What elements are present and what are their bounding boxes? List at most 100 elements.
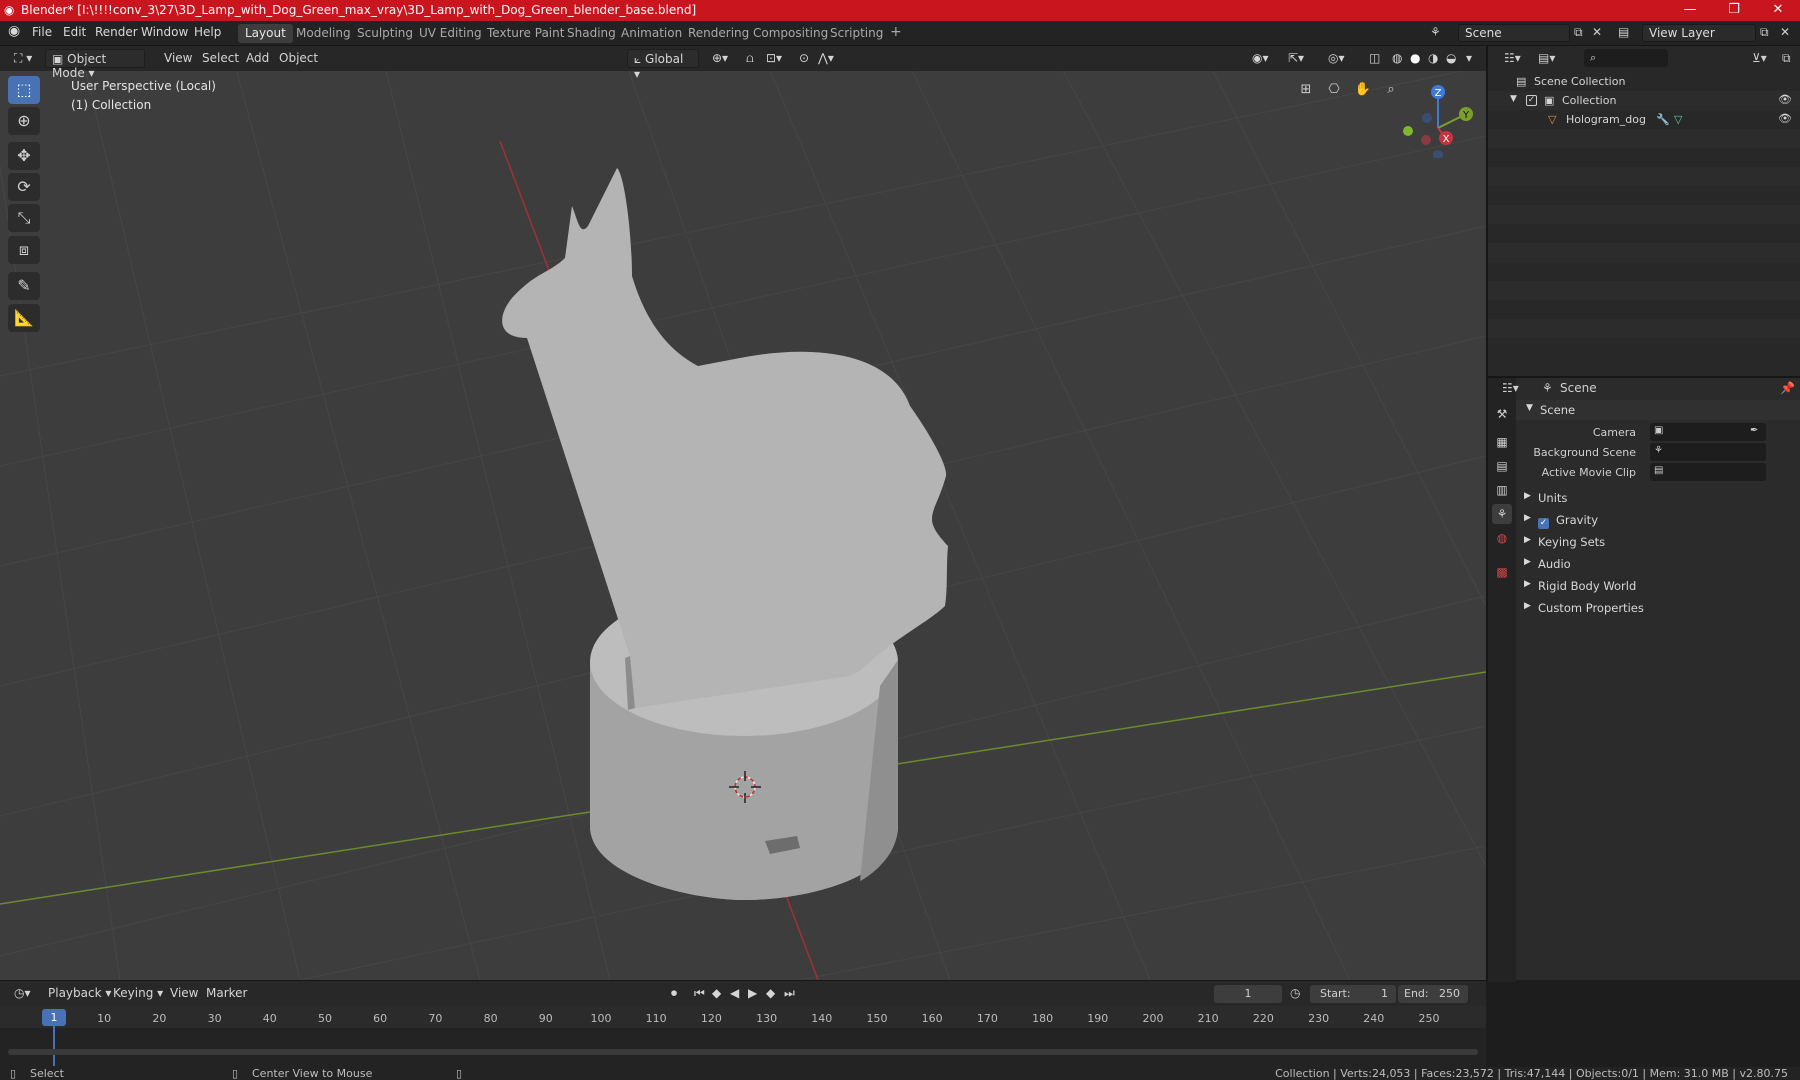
gravity-section[interactable]: ▶ ✓ Gravity <box>1516 510 1800 530</box>
camera-field[interactable]: ▣ ✒ <box>1650 423 1766 441</box>
properties-editor[interactable]: ⚒ ▦ ▤ ▥ ⚘ ◍ ▩ ☷▾ ⚘ Scene 📌 ▼ Scene Camer… <box>1488 376 1800 982</box>
new-collection-icon[interactable]: ⧉ <box>1782 51 1791 66</box>
texture-tab-icon[interactable]: ▩ <box>1492 562 1512 582</box>
playhead-frame-label[interactable]: 1 <box>42 1009 66 1026</box>
preview-range-icon[interactable]: ◷ <box>1290 986 1300 1000</box>
shading-options-icon[interactable]: ▾ <box>1460 49 1478 68</box>
keying-sets-section[interactable]: ▶ Keying Sets <box>1516 532 1800 552</box>
rotate-tool-icon[interactable]: ⟳ <box>8 173 40 201</box>
render-tab-icon[interactable]: ▦ <box>1492 432 1512 452</box>
modifier-wrench-icon[interactable]: 🔧 <box>1656 113 1670 126</box>
current-frame-field[interactable]: 1 <box>1214 985 1282 1003</box>
active-movie-clip-field[interactable]: ▤ <box>1650 463 1766 481</box>
object-visibility-eye-icon[interactable]: 👁 <box>1778 112 1792 125</box>
viewport-menu-select[interactable]: Select <box>196 49 245 68</box>
scale-tool-icon[interactable]: ⤡ <box>8 204 40 232</box>
rigid-body-world-section[interactable]: ▶ Rigid Body World <box>1516 576 1800 596</box>
tab-uv-editing[interactable]: UV Editing <box>412 24 489 43</box>
background-scene-field[interactable]: ⚘ <box>1650 443 1766 461</box>
collection-visibility-eye-icon[interactable]: 👁 <box>1778 93 1792 106</box>
zoom-icon[interactable]: ⌕ <box>1381 82 1401 97</box>
editor-type-icon[interactable]: ⛶ ▾ <box>8 49 38 68</box>
transform-tool-icon[interactable]: ⧈ <box>8 236 40 264</box>
tab-modeling[interactable]: Modeling <box>289 24 358 43</box>
new-scene-icon[interactable]: ⧉ <box>1574 25 1583 40</box>
outliner-search-input[interactable]: ⌕ <box>1584 49 1668 67</box>
start-frame-field[interactable]: Start: 1 <box>1310 985 1396 1003</box>
snap-icon[interactable]: ⩍ <box>740 49 760 68</box>
mesh-data-icon[interactable]: ▽ <box>1674 113 1682 126</box>
menu-file[interactable]: File <box>32 25 52 39</box>
tab-texture-paint[interactable]: Texture Paint <box>480 24 571 43</box>
pin-icon[interactable]: 📌 <box>1780 381 1795 395</box>
display-mode-icon[interactable]: ▤▾ <box>1538 51 1555 65</box>
playhead-line[interactable] <box>53 1026 55 1066</box>
tab-rendering[interactable]: Rendering <box>681 24 756 43</box>
scene-selector[interactable]: Scene <box>1458 24 1570 42</box>
viewport-scene[interactable] <box>0 46 1486 980</box>
tab-sculpting[interactable]: Sculpting <box>350 24 420 43</box>
new-view-layer-icon[interactable]: ⧉ <box>1760 25 1769 40</box>
navigation-gizmo[interactable]: Z Y X <box>1400 78 1480 158</box>
timeline-menu-marker[interactable]: Marker <box>200 984 253 1003</box>
pan-hand-icon[interactable]: ✋ <box>1353 82 1373 97</box>
scene-browse-icon[interactable]: ⚘ <box>1430 25 1441 39</box>
collection-checkbox[interactable]: ✓ <box>1526 95 1537 106</box>
viewport-menu-add[interactable]: Add <box>240 49 275 68</box>
tab-compositing[interactable]: Compositing <box>746 24 835 43</box>
timeline-editor-type-icon[interactable]: ◷▾ <box>8 984 37 1003</box>
tab-animation[interactable]: Animation <box>614 24 689 43</box>
annotate-tool-icon[interactable]: ✎ <box>8 272 40 300</box>
outliner-row-collection[interactable]: ▼ ✓ ▣ Collection 👁 <box>1488 91 1800 110</box>
timeline-scrollbar[interactable] <box>8 1049 1478 1055</box>
move-tool-icon[interactable]: ✥ <box>8 142 40 170</box>
pivot-point-icon[interactable]: ⊕▾ <box>706 49 734 68</box>
delete-scene-icon[interactable]: ✕ <box>1592 25 1602 39</box>
object-mode-dropdown[interactable]: ▣ Object Mode ▾ <box>45 49 145 80</box>
output-tab-icon[interactable]: ▤ <box>1492 456 1512 476</box>
visibility-icon[interactable]: ◉▾ <box>1246 49 1275 68</box>
minimize-button[interactable]: — <box>1668 0 1712 21</box>
audio-section[interactable]: ▶ Audio <box>1516 554 1800 574</box>
view-layer-tab-icon[interactable]: ▥ <box>1492 480 1512 500</box>
delete-view-layer-icon[interactable]: ✕ <box>1780 25 1790 39</box>
tab-layout[interactable]: Layout <box>238 24 293 43</box>
scene-tab-icon[interactable]: ⚘ <box>1492 504 1512 524</box>
close-button[interactable]: ✕ <box>1756 0 1800 21</box>
timeline-menu-view[interactable]: View <box>164 984 204 1003</box>
dog-plate-mesh[interactable] <box>502 168 948 708</box>
falloff-icon[interactable]: ⋀▾ <box>812 49 840 68</box>
viewport-menu-object[interactable]: Object <box>273 49 324 68</box>
overlays-icon[interactable]: ◎▾ <box>1322 49 1351 68</box>
eyedropper-icon[interactable]: ✒ <box>1750 425 1758 436</box>
timeline-editor[interactable]: ◷▾ Playback ▾ Keying ▾ View Marker ⏺ ⏮ ◆… <box>0 980 1486 1067</box>
menu-render[interactable]: Render <box>95 25 138 39</box>
gizmo-toggle-icon[interactable]: ⇱▾ <box>1282 49 1310 68</box>
maximize-button[interactable]: ❐ <box>1712 0 1756 21</box>
tab-scripting[interactable]: Scripting <box>823 24 890 43</box>
blender-menu-icon[interactable]: ◉ <box>8 23 20 39</box>
outliner-row-scene-collection[interactable]: ▤ Scene Collection <box>1488 72 1800 91</box>
select-box-tool-icon[interactable]: ⬚ <box>8 76 40 104</box>
custom-properties-section[interactable]: ▶ Custom Properties <box>1516 598 1800 618</box>
end-frame-field[interactable]: End: 250 <box>1398 985 1468 1003</box>
timeline-menu-keying[interactable]: Keying ▾ <box>107 984 169 1003</box>
jump-end-icon[interactable]: ⏭ <box>778 984 801 1003</box>
add-workspace-button[interactable]: + <box>883 22 909 41</box>
properties-editor-type-icon[interactable]: ☷▾ <box>1502 381 1519 395</box>
menu-window[interactable]: Window <box>141 25 188 39</box>
world-tab-icon[interactable]: ◍ <box>1492 528 1512 548</box>
view-layer-selector[interactable]: View Layer <box>1642 24 1756 42</box>
filter-icon[interactable]: ⊻▾ <box>1752 51 1767 65</box>
viewport-menu-view[interactable]: View <box>158 49 198 68</box>
outliner[interactable]: ☷▾ ▤▾ ⌕ ⊻▾ ⧉ ▤ Scene Collection ▼ ✓ ▣ Co… <box>1488 46 1800 372</box>
view-layer-browse-icon[interactable]: ▤ <box>1618 25 1629 39</box>
scene-panel-header[interactable]: ▼ Scene <box>1516 400 1800 420</box>
cursor-tool-icon[interactable]: ⊕ <box>8 107 40 135</box>
units-section[interactable]: ▶ Units <box>1516 488 1800 508</box>
menu-help[interactable]: Help <box>194 25 221 39</box>
3d-viewport[interactable]: ⛶ ▾ ▣ Object Mode ▾ View Select Add Obje… <box>0 46 1486 980</box>
transform-orientation-dropdown[interactable]: ⟀ Global ▾ <box>627 49 699 81</box>
collapse-arrow-icon[interactable]: ▼ <box>1510 94 1517 104</box>
tool-settings-tab-icon[interactable]: ⚒ <box>1492 404 1512 424</box>
